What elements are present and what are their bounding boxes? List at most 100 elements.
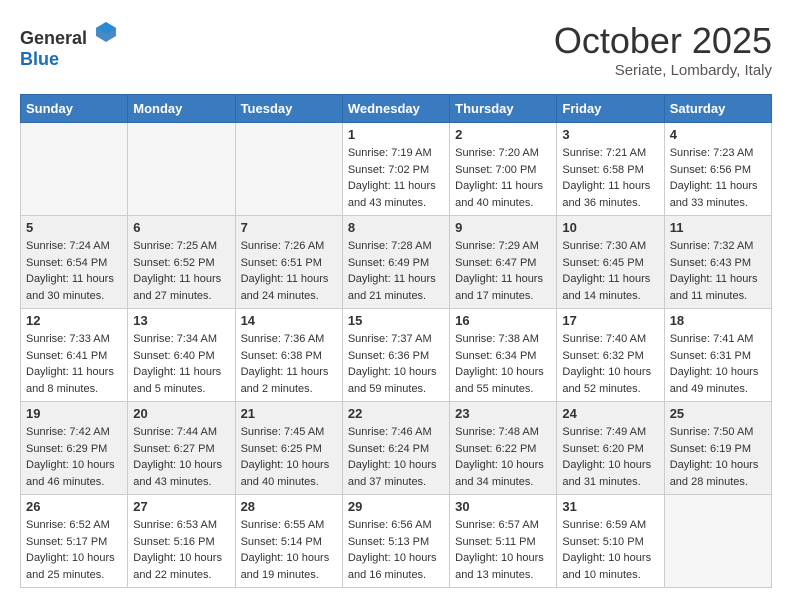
calendar-cell: 25Sunrise: 7:50 AMSunset: 6:19 PMDayligh… [664,402,771,495]
day-number: 3 [562,127,658,142]
calendar-cell: 20 Sunrise: 7:44 AMSunset: 6:27 PMDayligh… [128,402,235,495]
day-info: Sunrise: 7:19 AMSunset: 7:02 PMDaylight:… [348,145,444,211]
month-title: October 2025 [554,20,772,62]
weekday-header-wednesday: Wednesday [342,95,449,123]
calendar-cell [128,123,235,216]
day-number: 20 [133,406,229,421]
weekday-header-monday: Monday [128,95,235,123]
calendar-cell: 8 Sunrise: 7:28 AMSunset: 6:49 PMDaylight… [342,216,449,309]
day-info: Sunrise: 6:56 AMSunset: 5:13 PMDaylight:… [348,517,444,583]
day-info: Sunrise: 7:42 AMSunset: 6:29 PMDaylight:… [26,424,122,490]
day-number: 22 [348,406,444,421]
day-number: 18 [670,313,766,328]
day-info: Sunrise: 7:40 AMSunset: 6:32 PMDaylight:… [562,331,658,397]
calendar-cell: 27 Sunrise: 6:53 AMSunset: 5:16 PMDayligh… [128,495,235,588]
day-number: 15 [348,313,444,328]
day-info: Sunrise: 7:41 AMSunset: 6:31 PMDaylight:… [670,331,766,397]
day-number: 2 [455,127,551,142]
day-info: Sunrise: 6:55 AMSunset: 5:14 PMDaylight:… [241,517,337,583]
day-info: Sunrise: 7:38 AMSunset: 6:34 PMDaylight:… [455,331,551,397]
calendar-cell: 14 Sunrise: 7:36 AMSunset: 6:38 PMDayligh… [235,309,342,402]
calendar-cell: 9Sunrise: 7:29 AMSunset: 6:47 PMDaylight… [450,216,557,309]
day-info: Sunrise: 7:45 AMSunset: 6:25 PMDaylight:… [241,424,337,490]
logo-text: General Blue [20,20,118,70]
calendar-cell: 15 Sunrise: 7:37 AMSunset: 6:36 PMDayligh… [342,309,449,402]
day-number: 5 [26,220,122,235]
day-number: 28 [241,499,337,514]
calendar-week-row: 5Sunrise: 7:24 AMSunset: 6:54 PMDaylight… [21,216,772,309]
logo-blue: Blue [20,49,59,69]
day-info: Sunrise: 7:25 AMSunset: 6:52 PMDaylight:… [133,238,229,304]
day-number: 14 [241,313,337,328]
calendar-cell: 23 Sunrise: 7:48 AMSunset: 6:22 PMDayligh… [450,402,557,495]
day-info: Sunrise: 7:30 AMSunset: 6:45 PMDaylight:… [562,238,658,304]
calendar-cell: 29 Sunrise: 6:56 AMSunset: 5:13 PMDayligh… [342,495,449,588]
calendar-cell: 1 Sunrise: 7:19 AMSunset: 7:02 PMDaylight… [342,123,449,216]
calendar-cell: 11Sunrise: 7:32 AMSunset: 6:43 PMDayligh… [664,216,771,309]
calendar-cell: 22 Sunrise: 7:46 AMSunset: 6:24 PMDayligh… [342,402,449,495]
day-info: Sunrise: 7:21 AMSunset: 6:58 PMDaylight:… [562,145,658,211]
day-info: Sunrise: 7:48 AMSunset: 6:22 PMDaylight:… [455,424,551,490]
calendar-cell: 7Sunrise: 7:26 AMSunset: 6:51 PMDaylight… [235,216,342,309]
calendar-cell [235,123,342,216]
day-number: 29 [348,499,444,514]
day-number: 10 [562,220,658,235]
page-header: General Blue October 2025 Seriate, Lomba… [20,20,772,79]
day-info: Sunrise: 7:49 AMSunset: 6:20 PMDaylight:… [562,424,658,490]
day-number: 1 [348,127,444,142]
day-info: Sunrise: 7:28 AMSunset: 6:49 PMDaylight:… [348,238,444,304]
calendar-header-row: SundayMondayTuesdayWednesdayThursdayFrid… [21,95,772,123]
day-number: 6 [133,220,229,235]
logo-icon [94,20,118,44]
calendar-cell: 21 Sunrise: 7:45 AMSunset: 6:25 PMDayligh… [235,402,342,495]
day-number: 24 [562,406,658,421]
day-number: 12 [26,313,122,328]
day-number: 8 [348,220,444,235]
day-info: Sunrise: 7:37 AMSunset: 6:36 PMDaylight:… [348,331,444,397]
calendar-table: SundayMondayTuesdayWednesdayThursdayFrid… [20,94,772,588]
day-info: Sunrise: 7:44 AMSunset: 6:27 PMDaylight:… [133,424,229,490]
calendar-cell: 4Sunrise: 7:23 AMSunset: 6:56 PMDaylight… [664,123,771,216]
day-number: 26 [26,499,122,514]
day-info: Sunrise: 7:20 AMSunset: 7:00 PMDaylight:… [455,145,551,211]
day-info: Sunrise: 6:53 AMSunset: 5:16 PMDaylight:… [133,517,229,583]
day-number: 19 [26,406,122,421]
calendar-cell: 18 Sunrise: 7:41 AMSunset: 6:31 PMDayligh… [664,309,771,402]
calendar-week-row: 26 Sunrise: 6:52 AMSunset: 5:17 PMDayligh… [21,495,772,588]
day-info: Sunrise: 6:59 AMSunset: 5:10 PMDaylight:… [562,517,658,583]
weekday-header-tuesday: Tuesday [235,95,342,123]
calendar-cell: 16 Sunrise: 7:38 AMSunset: 6:34 PMDayligh… [450,309,557,402]
calendar-cell: 28 Sunrise: 6:55 AMSunset: 5:14 PMDayligh… [235,495,342,588]
calendar-cell: 6 Sunrise: 7:25 AMSunset: 6:52 PMDaylight… [128,216,235,309]
day-info: Sunrise: 7:50 AMSunset: 6:19 PMDaylight:… [670,424,766,490]
weekday-header-saturday: Saturday [664,95,771,123]
day-info: Sunrise: 6:57 AMSunset: 5:11 PMDaylight:… [455,517,551,583]
logo: General Blue [20,20,118,70]
day-info: Sunrise: 7:32 AMSunset: 6:43 PMDaylight:… [670,238,766,304]
day-number: 30 [455,499,551,514]
day-number: 16 [455,313,551,328]
day-info: Sunrise: 7:34 AMSunset: 6:40 PMDaylight:… [133,331,229,397]
day-info: Sunrise: 7:26 AMSunset: 6:51 PMDaylight:… [241,238,337,304]
calendar-cell: 10 Sunrise: 7:30 AMSunset: 6:45 PMDayligh… [557,216,664,309]
logo-general: General [20,28,87,48]
day-info: Sunrise: 7:29 AMSunset: 6:47 PMDaylight:… [455,238,551,304]
day-number: 31 [562,499,658,514]
day-info: Sunrise: 7:33 AMSunset: 6:41 PMDaylight:… [26,331,122,397]
day-number: 13 [133,313,229,328]
day-number: 27 [133,499,229,514]
calendar-cell [21,123,128,216]
day-info: Sunrise: 7:46 AMSunset: 6:24 PMDaylight:… [348,424,444,490]
weekday-header-thursday: Thursday [450,95,557,123]
calendar-cell: 3 Sunrise: 7:21 AMSunset: 6:58 PMDaylight… [557,123,664,216]
calendar-cell: 13 Sunrise: 7:34 AMSunset: 6:40 PMDayligh… [128,309,235,402]
day-info: Sunrise: 7:23 AMSunset: 6:56 PMDaylight:… [670,145,766,211]
day-number: 21 [241,406,337,421]
calendar-cell: 5Sunrise: 7:24 AMSunset: 6:54 PMDaylight… [21,216,128,309]
day-number: 23 [455,406,551,421]
day-info: Sunrise: 6:52 AMSunset: 5:17 PMDaylight:… [26,517,122,583]
day-info: Sunrise: 7:36 AMSunset: 6:38 PMDaylight:… [241,331,337,397]
calendar-week-row: 19 Sunrise: 7:42 AMSunset: 6:29 PMDayligh… [21,402,772,495]
weekday-header-sunday: Sunday [21,95,128,123]
calendar-cell: 31 Sunrise: 6:59 AMSunset: 5:10 PMDayligh… [557,495,664,588]
